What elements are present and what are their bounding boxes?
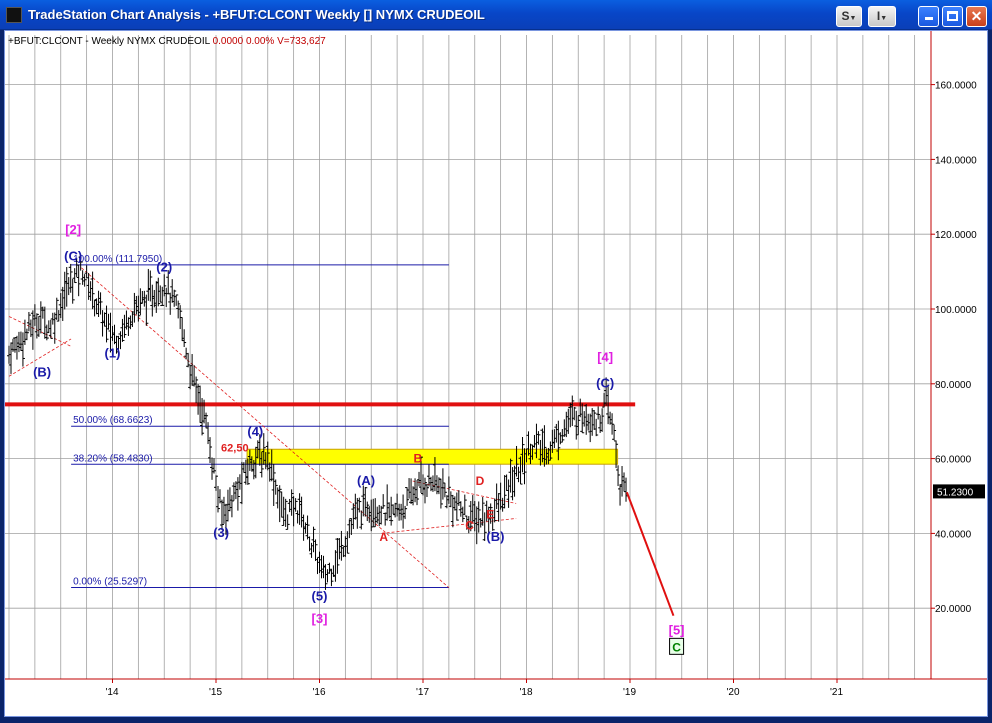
chart-area[interactable]: 20.0000 40.0000 60.0000 80.0000 100.0000 120.… bbox=[4, 30, 988, 717]
x-tick-label: '16 bbox=[313, 687, 326, 698]
y-tick-label: 60.0000 bbox=[935, 455, 972, 466]
wave-label: B bbox=[413, 451, 422, 465]
terminal-wave-label: C bbox=[672, 640, 681, 654]
x-tick-label: '14 bbox=[106, 687, 119, 698]
x-tick-label: '17 bbox=[416, 687, 429, 698]
wave-label: E bbox=[486, 507, 494, 521]
wave-label: C bbox=[465, 519, 474, 533]
maximize-icon bbox=[947, 11, 958, 21]
x-tick-label: '18 bbox=[520, 687, 533, 698]
x-tick-label: '15 bbox=[209, 687, 222, 698]
symbol-link-button[interactable]: S▼ bbox=[836, 6, 862, 27]
window-title: TradeStation Chart Analysis - +BFUT:CLCO… bbox=[28, 7, 485, 22]
minimize-button[interactable] bbox=[918, 6, 939, 27]
wave-label: A bbox=[379, 530, 388, 544]
fibonacci-level-label: 0.00% (25.5297) bbox=[73, 577, 147, 588]
wave-label: (B) bbox=[486, 529, 504, 544]
chart-symbol-text: +BFUT:CLCONT - Weekly NYMX CRUDEOIL bbox=[8, 36, 213, 47]
y-tick-label: 160.0000 bbox=[935, 81, 977, 92]
dropdown-arrow-icon: ▼ bbox=[849, 15, 857, 22]
y-tick-label: 40.0000 bbox=[935, 529, 972, 540]
wave-label: (4) bbox=[247, 424, 263, 439]
wave-label: (5) bbox=[312, 589, 328, 604]
wave-label: [4] bbox=[597, 349, 613, 364]
y-tick-label: 100.0000 bbox=[935, 305, 977, 316]
price-chart[interactable]: 20.0000 40.0000 60.0000 80.0000 100.0000 120.… bbox=[5, 31, 987, 716]
close-icon: ✕ bbox=[970, 8, 983, 24]
maximize-button[interactable] bbox=[942, 6, 963, 27]
chart-header: +BFUT:CLCONT - Weekly NYMX CRUDEOIL 0.00… bbox=[8, 36, 326, 47]
tradestation-app-icon bbox=[6, 7, 22, 23]
wave-label: [2] bbox=[65, 222, 81, 237]
resistance-zone bbox=[246, 448, 619, 465]
projection-line bbox=[625, 491, 675, 617]
symbol-link-label: S bbox=[841, 9, 850, 23]
fibonacci-level-label: 50.00% (68.6623) bbox=[73, 415, 153, 426]
triangle-line-upper bbox=[8, 316, 72, 347]
zone-label: 62,50 bbox=[221, 442, 249, 454]
indicator-button[interactable]: I▼ bbox=[868, 6, 896, 27]
wave-label: (A) bbox=[357, 473, 375, 488]
x-tick-label: '19 bbox=[623, 687, 636, 698]
y-tick-label: 140.0000 bbox=[935, 155, 977, 166]
fibonacci-level-label: 100.00% (111.7950) bbox=[73, 254, 162, 265]
wave-label: D bbox=[476, 474, 485, 488]
wave-label: (2) bbox=[156, 260, 172, 275]
wave-label: (C) bbox=[64, 248, 82, 263]
fibonacci-level-label: 38.20% (58.4830) bbox=[73, 453, 153, 464]
close-button[interactable]: ✕ bbox=[966, 6, 987, 27]
chart-change-text: 0.0000 0.00% V=733,627 bbox=[213, 36, 327, 47]
wave-label: [5] bbox=[669, 622, 685, 637]
x-tick-label: '20 bbox=[727, 687, 740, 698]
wave-label: (B) bbox=[33, 364, 51, 379]
last-price-label: 51.2300 bbox=[937, 487, 974, 498]
x-tick-label: '21 bbox=[830, 687, 843, 698]
wave-label: [3] bbox=[312, 611, 328, 626]
wave-label: (1) bbox=[105, 346, 121, 361]
title-bar[interactable]: TradeStation Chart Analysis - +BFUT:CLCO… bbox=[0, 0, 992, 30]
trend-line-dashed bbox=[81, 267, 450, 588]
wave-label: (C) bbox=[596, 376, 614, 391]
dropdown-arrow-icon: ▼ bbox=[880, 15, 888, 22]
y-tick-label: 120.0000 bbox=[935, 230, 977, 241]
wave-label: (3) bbox=[213, 525, 229, 540]
y-tick-label: 20.0000 bbox=[935, 604, 972, 615]
minimize-icon bbox=[924, 17, 933, 20]
y-tick-label: 80.0000 bbox=[935, 380, 972, 391]
